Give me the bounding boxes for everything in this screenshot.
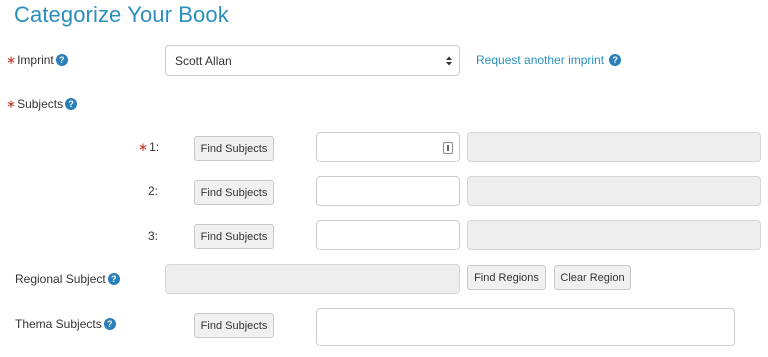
imprint-label-text: Imprint	[17, 53, 54, 67]
help-icon[interactable]: ?	[609, 54, 622, 66]
request-imprint-link-text[interactable]: Request another imprint	[476, 53, 604, 67]
subject-2-description-field	[467, 176, 761, 206]
help-icon[interactable]: ?	[55, 54, 68, 66]
subject-2-code-input[interactable]	[316, 176, 460, 206]
subject-1-code-input[interactable]	[316, 132, 460, 162]
page-title: Categorize Your Book	[14, 2, 229, 27]
find-thema-subjects-button[interactable]: Find Subjects	[194, 313, 274, 338]
regional-subject-label-text: Regional Subject	[15, 272, 106, 286]
imprint-select[interactable]: Scott Allan	[165, 45, 460, 76]
keyboard-icon[interactable]	[443, 142, 453, 154]
thema-subjects-label: Thema Subjects ?	[15, 317, 116, 331]
subject-number-text: 1:	[149, 140, 160, 154]
imprint-label: ∗ Imprint ?	[6, 53, 68, 67]
required-asterisk-icon: ∗	[138, 140, 149, 154]
required-asterisk-icon: ∗	[6, 53, 17, 67]
subject-3-number: 3:	[148, 229, 159, 243]
thema-subjects-label-text: Thema Subjects	[15, 317, 102, 331]
request-imprint-link[interactable]: Request another imprint ?	[476, 53, 622, 67]
find-subjects-button[interactable]: Find Subjects	[194, 180, 274, 205]
subject-3-description-field	[467, 220, 761, 250]
help-icon[interactable]: ?	[103, 318, 116, 330]
subject-3-code-input[interactable]	[316, 220, 460, 250]
help-icon[interactable]: ?	[65, 98, 78, 110]
subject-2-number: 2:	[148, 184, 159, 198]
find-regions-button[interactable]: Find Regions	[467, 265, 546, 290]
regional-subject-label: Regional Subject ?	[15, 272, 120, 286]
select-arrows-icon	[446, 56, 452, 66]
regional-subject-field	[165, 264, 460, 294]
find-subjects-button[interactable]: Find Subjects	[194, 136, 274, 161]
find-subjects-button[interactable]: Find Subjects	[194, 224, 274, 249]
help-icon[interactable]: ?	[107, 273, 120, 285]
subject-1-number: ∗ 1:	[138, 140, 159, 154]
clear-region-button[interactable]: Clear Region	[554, 265, 631, 290]
subjects-label: ∗ Subjects ?	[6, 97, 78, 111]
imprint-selected-value: Scott Allan	[175, 53, 232, 68]
subjects-label-text: Subjects	[17, 97, 64, 111]
required-asterisk-icon: ∗	[6, 97, 17, 111]
subject-1-description-field	[467, 132, 761, 162]
thema-subjects-input[interactable]	[316, 308, 735, 346]
